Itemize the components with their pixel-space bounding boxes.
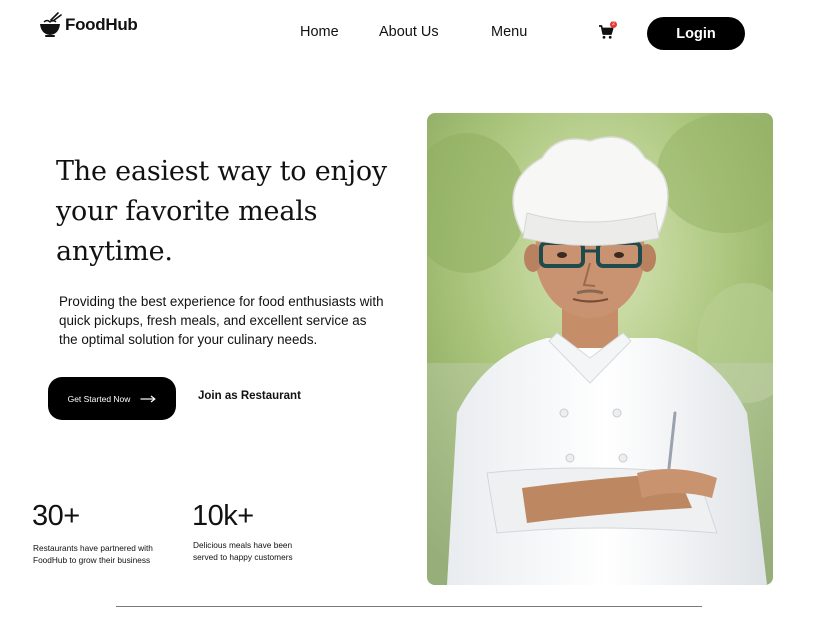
section-divider [116,606,702,607]
stat-restaurants-caption: Restaurants have partnered with FoodHub … [33,543,153,566]
nav-home[interactable]: Home [300,24,339,40]
stat-caption-line: FoodHub to grow their business [33,554,151,565]
hero-chef-photo [427,113,773,585]
stat-caption-line: Delicious meals have been [193,540,293,550]
arrow-right-icon [140,395,157,402]
hero-description: Providing the best experience for food e… [59,292,409,349]
hero-description-line: quick pickups, fresh meals, and excellen… [59,313,367,328]
hero-description-line: the optimal solution for your culinary n… [59,332,318,347]
nav-about-us[interactable]: About Us [379,24,439,40]
cart-count-badge: 2 [610,21,617,28]
nav-menu[interactable]: Menu [491,24,527,40]
join-as-restaurant-link[interactable]: Join as Restaurant [198,390,301,402]
get-started-button[interactable]: Get Started Now [48,377,176,420]
noodle-bowl-icon [40,12,62,37]
hero-title-line: anytime. [56,236,173,267]
stat-caption-line: Restaurants have partnered with [33,543,153,553]
stat-restaurants-value: 30+ [32,500,80,532]
hero-title-line: your favorite meals [56,196,318,227]
login-button[interactable]: Login [647,17,745,50]
chef-illustration [427,113,773,585]
brand-name: FoodHub [65,15,138,34]
stat-caption-line: served to happy customers [193,551,293,562]
hero-title: The easiest way to enjoy your favorite m… [56,152,416,272]
get-started-label: Get Started Now [67,393,131,404]
hero-description-line: Providing the best experience for food e… [59,294,384,309]
brand-logo[interactable]: FoodHub [38,12,138,38]
stat-meals-caption: Delicious meals have been served to happ… [193,540,293,563]
stat-meals-value: 10k+ [192,500,254,532]
cart-button[interactable]: 2 [598,21,617,42]
hero-title-line: The easiest way to enjoy [56,156,387,187]
